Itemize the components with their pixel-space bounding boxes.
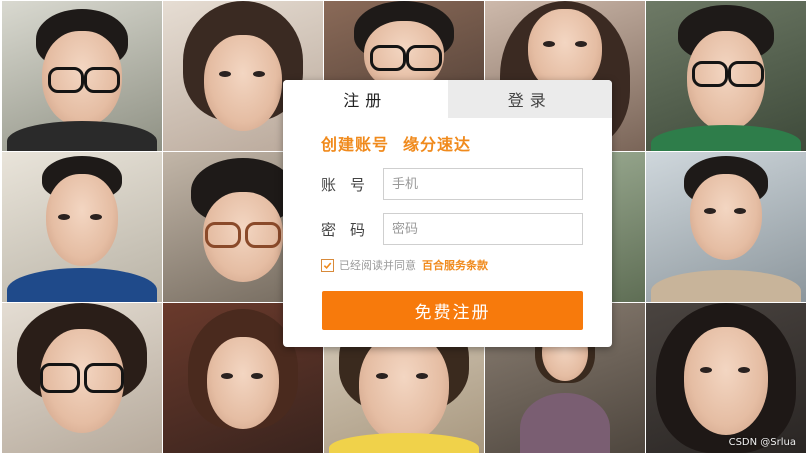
agreement-text: 已经阅读并同意 xyxy=(339,259,416,272)
tab-register[interactable]: 注册 xyxy=(283,80,448,118)
account-label: 账号 xyxy=(321,175,380,194)
slogan: 创建账号 缘分速达 xyxy=(321,131,612,155)
register-dialog: 注册 登录 创建账号缘分速达 账号 密码 已经阅读并同意 百合服务条款 免费注册 xyxy=(283,80,612,347)
profile-photo xyxy=(646,303,806,453)
profile-photo xyxy=(646,1,806,151)
auth-tabs: 注册 登录 xyxy=(283,80,612,118)
watermark: CSDN @Srlua xyxy=(728,437,796,448)
terms-link[interactable]: 百合服务条款 xyxy=(422,257,488,273)
agreement-row: 已经阅读并同意 百合服务条款 xyxy=(321,257,612,273)
register-button[interactable]: 免费注册 xyxy=(322,291,583,330)
profile-photo xyxy=(2,1,162,151)
slogan-part-1: 创建账号 xyxy=(321,135,390,154)
tab-login[interactable]: 登录 xyxy=(447,80,612,118)
profile-photo xyxy=(2,303,162,453)
password-label: 密码 xyxy=(321,220,380,239)
password-input[interactable] xyxy=(383,213,583,245)
checkmark-icon xyxy=(323,261,332,269)
account-input[interactable] xyxy=(383,168,583,200)
profile-photo xyxy=(2,152,162,302)
account-row: 账号 xyxy=(321,168,612,200)
password-row: 密码 xyxy=(321,213,612,245)
slogan-part-2: 缘分速达 xyxy=(403,135,472,154)
profile-photo xyxy=(646,152,806,302)
agree-checkbox[interactable] xyxy=(321,258,334,272)
